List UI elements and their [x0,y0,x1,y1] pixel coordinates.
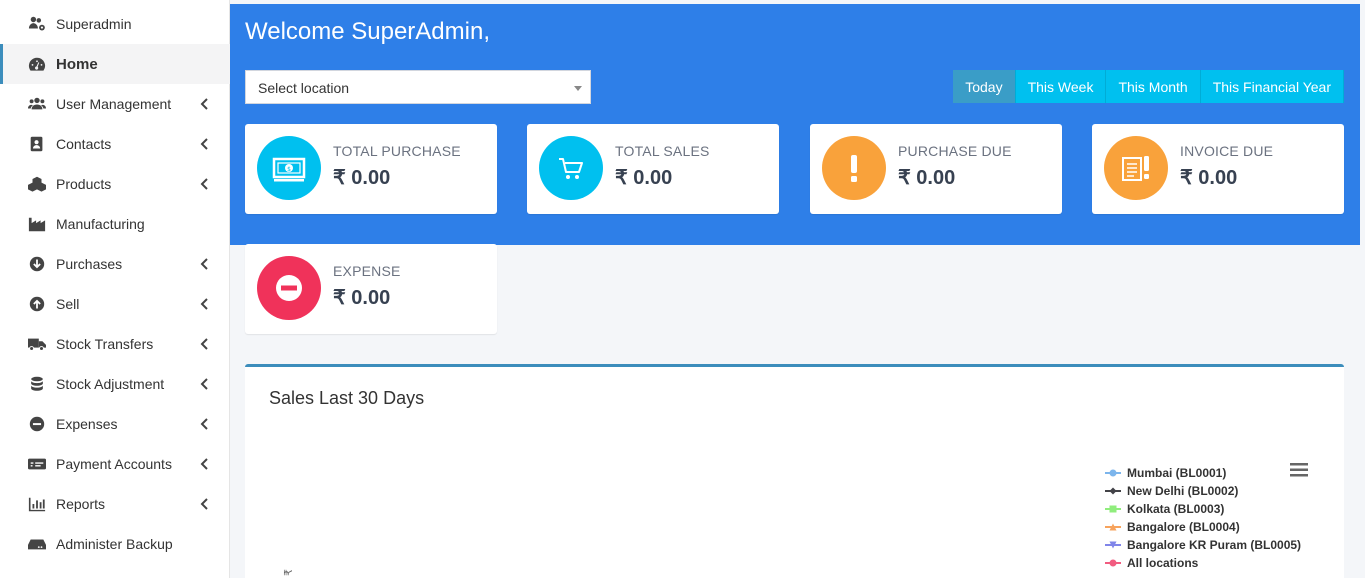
sidebar-item-label: Contacts [56,136,112,152]
chart-title: Sales Last 30 Days [269,388,425,408]
chevron-left-icon [200,417,210,431]
bar-chart-icon [27,495,47,513]
legend-label: Kolkata (BL0003) [1127,502,1225,516]
sales-chart-panel: Sales Last 30 Days Mumbai (BL0001) New D… [245,364,1344,578]
card-value: ₹ 0.00 [615,167,673,189]
sidebar-item-contacts[interactable]: Contacts [0,124,230,164]
sidebar-item-label: Purchases [56,256,123,272]
chevron-left-icon [200,377,210,391]
money-check-icon [27,455,47,473]
filter-this-month-button[interactable]: This Month [1106,70,1201,103]
tachometer-icon [27,55,47,73]
minus-circle-icon [257,256,321,320]
legend-item[interactable]: Mumbai (BL0001) [1105,464,1301,482]
chevron-left-icon [200,177,210,191]
page-title: Welcome SuperAdmin, [245,18,490,45]
sidebar-item-payment-accounts[interactable]: Payment Accounts [0,444,230,484]
chevron-left-icon [200,297,210,311]
legend-label: All locations [1127,556,1199,570]
sidebar-item-label: Administer Backup [56,536,173,552]
legend-item[interactable]: New Delhi (BL0002) [1105,482,1301,500]
sidebar-item-stock-transfers[interactable]: Stock Transfers [0,324,230,364]
chevron-left-icon [200,457,210,471]
money-bill-icon: $ [257,136,321,200]
date-filter-group: Today This Week This Month This Financia… [953,70,1344,103]
sidebar-item-expenses[interactable]: Expenses [0,404,230,444]
invoice-due-card: INVOICE DUE ₹ 0.00 [1092,124,1344,214]
sidebar-item-label: Payment Accounts [56,456,172,472]
sidebar-item-purchases[interactable]: Purchases [0,244,230,284]
legend-item[interactable]: Bangalore (BL0004) [1105,518,1301,536]
truck-icon [27,335,47,353]
arrow-circle-up-icon [27,295,47,313]
users-cog-icon [27,15,47,33]
sidebar-item-home[interactable]: Home [0,44,230,84]
svg-text:$: $ [287,166,291,173]
chevron-left-icon [200,97,210,111]
minus-circle-icon [27,415,47,433]
filter-today-button[interactable]: Today [953,70,1016,103]
chevron-left-icon [200,337,210,351]
sidebar-item-manufacturing[interactable]: Manufacturing [0,204,230,244]
card-label: TOTAL SALES [615,143,710,159]
card-value: ₹ 0.00 [333,287,391,309]
sidebar-item-label: Reports [56,496,106,512]
legend-label: Bangalore (BL0004) [1127,520,1240,534]
y-axis-label: ₹ [283,569,295,576]
shopping-cart-icon [539,136,603,200]
sidebar-item-superadmin[interactable]: Superadmin [0,4,230,44]
card-value: ₹ 0.00 [898,167,956,189]
sidebar-item-label: Products [56,176,112,192]
cubes-icon [27,175,47,193]
location-select-value: Select location [258,80,350,96]
sidebar-item-label: Stock Adjustment [56,376,165,392]
legend-item[interactable]: Bangalore KR Puram (BL0005) [1105,536,1301,554]
sidebar-item-reports[interactable]: Reports [0,484,230,524]
exclamation-icon [822,136,886,200]
sidebar-item-label: Superadmin [56,16,132,32]
invoice-exclamation-icon [1104,136,1168,200]
hdd-icon [27,535,47,553]
card-label: EXPENSE [333,263,401,279]
chevron-left-icon [200,257,210,271]
legend-item[interactable]: Kolkata (BL0003) [1105,500,1301,518]
caret-down-icon [574,86,582,91]
legend-label: Bangalore KR Puram (BL0005) [1127,538,1302,552]
filter-this-week-button[interactable]: This Week [1015,70,1107,103]
database-icon [27,375,47,393]
sidebar-item-stock-adjustment[interactable]: Stock Adjustment [0,364,230,404]
sidebar-item-administer-backup[interactable]: Administer Backup [0,524,230,564]
arrow-circle-down-icon [27,255,47,273]
chart-legend: Mumbai (BL0001) New Delhi (BL0002) Kolka… [1105,464,1301,572]
card-value: ₹ 0.00 [1180,167,1238,189]
filter-this-financial-year-button[interactable]: This Financial Year [1200,70,1344,103]
total-sales-card: TOTAL SALES ₹ 0.00 [527,124,779,214]
industry-icon [27,215,47,233]
users-icon [27,95,47,113]
sidebar-item-products[interactable]: Products [0,164,230,204]
sidebar-item-label: Expenses [56,416,118,432]
sidebar-item-user-management[interactable]: User Management [0,84,230,124]
sidebar-item-label: Manufacturing [56,216,145,232]
chevron-left-icon [200,137,210,151]
sidebar-item-label: Home [56,55,98,73]
sidebar-item-label: User Management [56,96,172,112]
card-value: ₹ 0.00 [333,167,391,189]
card-label: TOTAL PURCHASE [333,143,461,159]
sidebar-item-label: Sell [56,296,80,312]
legend-item[interactable]: All locations [1105,554,1301,572]
address-book-icon [27,135,47,153]
card-label: INVOICE DUE [1180,143,1274,159]
card-label: PURCHASE DUE [898,143,1012,159]
expense-card: EXPENSE ₹ 0.00 [245,244,497,334]
total-purchase-card: $ TOTAL PURCHASE ₹ 0.00 [245,124,497,214]
sidebar-item-label: Stock Transfers [56,336,154,352]
chevron-left-icon [200,497,210,511]
location-select[interactable]: Select location [245,70,591,104]
purchase-due-card: PURCHASE DUE ₹ 0.00 [810,124,1062,214]
legend-label: Mumbai (BL0001) [1127,466,1227,480]
sidebar: Superadmin Home User Management Contacts… [0,0,230,578]
legend-label: New Delhi (BL0002) [1127,484,1239,498]
sidebar-item-sell[interactable]: Sell [0,284,230,324]
